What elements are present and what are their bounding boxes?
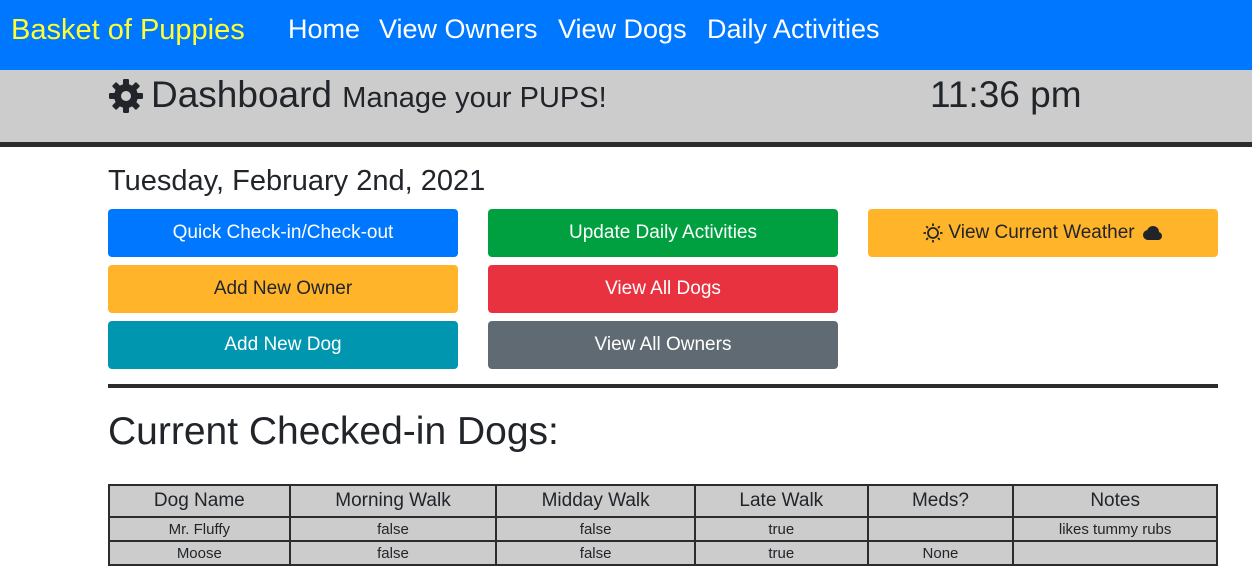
column-header-dog-name: Dog Name <box>108 484 291 518</box>
table-row: Mr. Fluffy false false true likes tummy … <box>108 516 1218 542</box>
view-current-weather-button[interactable]: View Current Weather <box>868 209 1218 257</box>
cell-meds <box>866 516 1015 542</box>
dashboard-title: Dashboard <box>151 74 333 115</box>
current-date: Tuesday, February 2nd, 2021 <box>108 165 486 197</box>
view-all-dogs-button[interactable]: View All Dogs <box>488 265 838 313</box>
quick-checkin-label: Quick Check-in/Check-out <box>172 222 394 243</box>
dashboard-subtitle: Manage your PUPS! <box>342 82 607 114</box>
update-activities-label: Update Daily Activities <box>569 222 757 243</box>
add-new-owner-button[interactable]: Add New Owner <box>108 265 458 313</box>
add-dog-label: Add New Dog <box>224 334 342 355</box>
brand-link[interactable]: Basket of Puppies <box>11 14 245 47</box>
view-weather-label: View Current Weather <box>948 222 1135 243</box>
nav-view-dogs-link[interactable]: View Dogs <box>558 14 687 45</box>
cell-dog-name: Mr. Fluffy <box>108 516 291 542</box>
add-new-dog-button[interactable]: Add New Dog <box>108 321 458 369</box>
cell-notes: likes tummy rubs <box>1012 516 1218 542</box>
cell-dog-name: Moose <box>108 540 291 566</box>
nav-view-owners-link[interactable]: View Owners <box>379 14 538 45</box>
add-owner-label: Add New Owner <box>213 278 353 299</box>
cell-notes <box>1012 540 1218 566</box>
column-header-meds: Meds? <box>866 484 1015 518</box>
page-title: Dashboard Manage your PUPS! <box>151 74 607 116</box>
view-all-dogs-label: View All Dogs <box>605 278 721 299</box>
view-all-owners-label: View All Owners <box>594 334 732 355</box>
clock-display: 11:36 pm <box>930 74 1082 115</box>
cell-midday-walk: false <box>495 516 696 542</box>
nav-home-link[interactable]: Home <box>288 14 360 45</box>
cell-late-walk: true <box>693 540 869 566</box>
cloud-icon <box>1142 226 1162 240</box>
column-header-notes: Notes <box>1012 484 1218 518</box>
section-divider <box>108 384 1218 388</box>
column-header-morning-walk: Morning Walk <box>288 484 498 518</box>
header-divider <box>0 142 1252 147</box>
cell-morning-walk: false <box>288 540 498 566</box>
view-all-owners-button[interactable]: View All Owners <box>488 321 838 369</box>
nav-daily-activities-link[interactable]: Daily Activities <box>707 14 880 45</box>
navbar: Basket of Puppies Home View Owners View … <box>0 0 1252 70</box>
checked-in-dogs-table: Dog Name Morning Walk Midday Walk Late W… <box>108 484 1218 566</box>
column-header-late-walk: Late Walk <box>693 484 869 518</box>
column-header-midday-walk: Midday Walk <box>495 484 696 518</box>
cell-meds: None <box>866 540 1015 566</box>
cell-late-walk: true <box>693 516 869 542</box>
sun-icon <box>923 223 943 243</box>
update-daily-activities-button[interactable]: Update Daily Activities <box>488 209 838 257</box>
gear-icon <box>109 79 143 113</box>
table-row: Moose false false true None <box>108 540 1218 566</box>
cell-morning-walk: false <box>288 516 498 542</box>
quick-checkin-button[interactable]: Quick Check-in/Check-out <box>108 209 458 257</box>
checked-in-dogs-heading: Current Checked-in Dogs: <box>108 410 559 453</box>
table-header-row: Dog Name Morning Walk Midday Walk Late W… <box>108 484 1218 518</box>
cell-midday-walk: false <box>495 540 696 566</box>
